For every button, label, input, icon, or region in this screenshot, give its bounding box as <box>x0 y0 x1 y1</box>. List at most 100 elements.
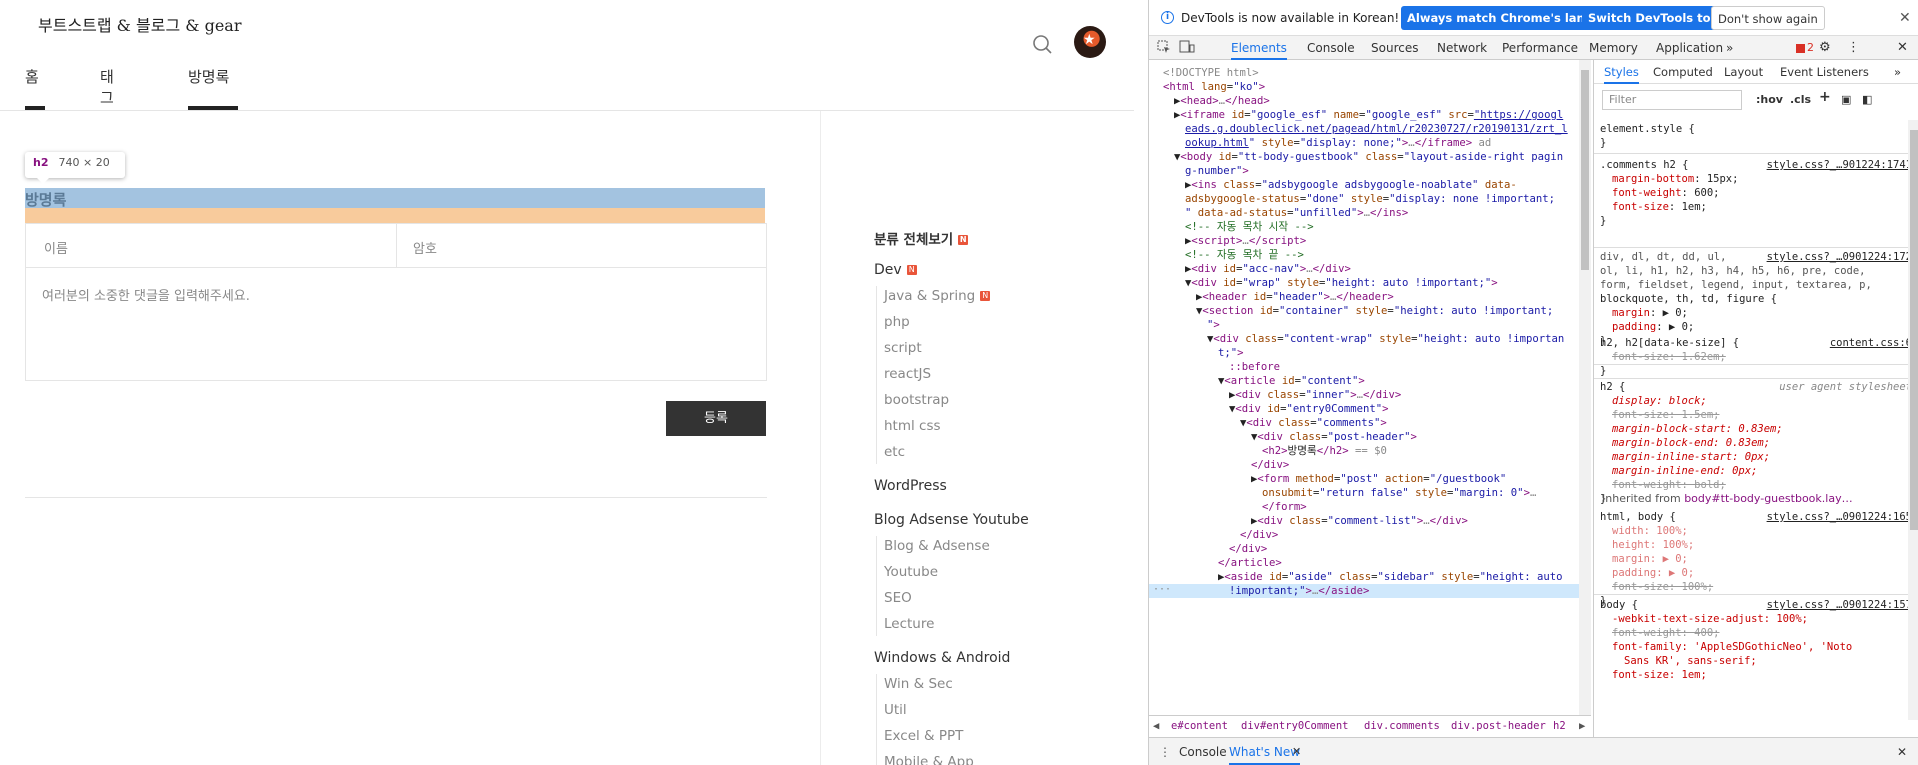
sidebar-subcategory[interactable]: Java & Spring N <box>884 288 991 304</box>
dom-node-line[interactable]: <!DOCTYPE html> <box>1163 66 1259 80</box>
dont-show-button[interactable]: Don't show again <box>1711 6 1825 30</box>
dom-node-line[interactable]: t;"> <box>1218 346 1244 360</box>
sidebar-subcategory[interactable]: script <box>884 340 922 356</box>
class-toggle[interactable]: .cls <box>1790 93 1811 106</box>
crumb-content[interactable]: e#content <box>1171 720 1228 732</box>
device-toggle-icon[interactable] <box>1179 40 1195 54</box>
search-icon[interactable] <box>1029 31 1055 57</box>
sidebar-category[interactable]: WordPress <box>874 478 947 494</box>
blog-title[interactable]: 부트스트랩 & 블로그 & gear <box>38 12 242 36</box>
settings-gear-icon[interactable]: ⚙ <box>1819 36 1831 60</box>
css-property[interactable]: font-weight: bold; <box>1594 478 1918 492</box>
styles-scrollbar[interactable] <box>1908 120 1918 720</box>
dom-node-line[interactable]: ▼<article id="content"> <box>1218 374 1365 388</box>
sidebar-subcategory[interactable]: Mobile & App <box>884 754 974 765</box>
tab-event-listeners[interactable]: Event Listeners <box>1780 65 1869 79</box>
crumb-comments[interactable]: div.comments <box>1364 720 1440 732</box>
avatar[interactable]: ★ <box>1074 26 1106 58</box>
sidebar-subcategory[interactable]: Lecture <box>884 616 934 632</box>
css-property[interactable]: font-size: 100%; <box>1594 580 1918 594</box>
css-property[interactable]: -webkit-text-size-adjust: 100%; <box>1594 612 1918 626</box>
dom-node-line[interactable]: <!-- 자동 목차 시작 --> <box>1185 220 1314 234</box>
dom-scroll-thumb[interactable] <box>1581 70 1589 270</box>
tab-styles[interactable]: Styles <box>1604 65 1639 84</box>
name-field[interactable]: 이름 <box>26 224 397 268</box>
close-tab-icon[interactable]: ✕ <box>1292 745 1301 758</box>
close-drawer-icon[interactable]: ✕ <box>1897 745 1907 759</box>
css-property[interactable]: font-weight: 400; <box>1594 626 1918 640</box>
close-icon[interactable]: ✕ <box>1899 10 1911 26</box>
rule2-prop-1[interactable]: padding: ▶ 0; <box>1594 320 1918 334</box>
sidebar-subcategory[interactable]: reactJS <box>884 366 931 382</box>
close-devtools-icon[interactable]: ✕ <box>1897 36 1908 60</box>
rule5-source[interactable]: style.css?_…0901224:165 <box>1767 510 1912 524</box>
sidebar-subcategory[interactable]: Blog & Adsense <box>884 538 990 554</box>
dom-node-line[interactable]: ▶<div id="acc-nav">…</div> <box>1185 262 1351 276</box>
css-property[interactable]: height: 100%; <box>1594 538 1918 552</box>
dom-node-line[interactable]: " data-ad-status="unfilled">…</ins> <box>1185 206 1408 220</box>
tab-computed[interactable]: Computed <box>1653 65 1713 79</box>
dom-node-line[interactable]: </div> <box>1240 528 1278 542</box>
dom-node-line[interactable]: ▼<div id="entry0Comment"> <box>1229 402 1389 416</box>
tab-sources[interactable]: Sources <box>1371 36 1418 60</box>
dom-node-line[interactable]: ▼<div id="wrap" style="height: auto !imp… <box>1185 276 1498 290</box>
drawer-menu-icon[interactable]: ⋮ <box>1159 745 1171 759</box>
sidebar-subcategory[interactable]: Util <box>884 702 907 718</box>
password-field[interactable]: 암호 <box>397 224 766 268</box>
sidebar-toggle-icon[interactable]: ◧ <box>1862 93 1872 106</box>
paint-brush-icon[interactable]: ▣ <box>1841 93 1851 106</box>
drawer-tab-whats-new[interactable]: What's New <box>1229 745 1301 765</box>
css-property[interactable]: width: 100%; <box>1594 524 1918 538</box>
css-property[interactable]: Sans KR', sans-serif; <box>1594 654 1918 668</box>
rule1-prop-1[interactable]: font-weight: 600; <box>1594 186 1918 200</box>
dom-node-line[interactable]: </div> <box>1229 542 1267 556</box>
rule6-source[interactable]: style.css?_…0901224:157 <box>1767 598 1912 612</box>
dom-node-line[interactable]: </article> <box>1218 556 1282 570</box>
crumb-post-header[interactable]: div.post-header <box>1451 720 1546 732</box>
tab-elements[interactable]: Elements <box>1231 36 1287 60</box>
crumb-left-arrow-icon[interactable]: ◀ <box>1153 720 1159 732</box>
css-property[interactable]: font-size: 1.5em; <box>1594 408 1918 422</box>
rule3-source[interactable]: content.css:6 <box>1830 336 1912 350</box>
nav-guestbook[interactable]: 방명록 <box>188 62 238 110</box>
hover-state-toggle[interactable]: :hov <box>1756 93 1783 106</box>
css-property[interactable]: margin-block-end: 0.83em; <box>1594 436 1918 450</box>
nav-tag[interactable]: 태그 <box>100 62 114 110</box>
sidebar-category[interactable]: Windows & Android <box>874 650 1010 666</box>
dom-node-line[interactable]: ▼<div class="comments"> <box>1240 416 1387 430</box>
submit-button[interactable]: 등록 <box>666 401 766 436</box>
css-property[interactable]: display: block; <box>1594 394 1918 408</box>
sidebar-category[interactable]: Dev N <box>874 262 917 278</box>
tab-console[interactable]: Console <box>1307 36 1355 60</box>
nav-home[interactable]: 홈 <box>25 62 45 110</box>
css-property[interactable]: margin-inline-start: 0px; <box>1594 450 1918 464</box>
dom-node-line[interactable]: ▶<script>…</script> <box>1185 234 1306 248</box>
rule2-source[interactable]: style.css?_…0901224:172 <box>1767 250 1912 264</box>
css-property[interactable]: padding: ▶ 0; <box>1594 566 1918 580</box>
dom-node-line[interactable]: ▼<div class="content-wrap" style="height… <box>1207 332 1564 346</box>
dom-node-line[interactable]: </form> <box>1262 500 1307 514</box>
sidebar-subcategory[interactable]: Excel & PPT <box>884 728 963 744</box>
dom-scrollbar[interactable] <box>1579 60 1591 715</box>
rule1-source[interactable]: style.css?_…901224:1741 <box>1767 158 1912 172</box>
tab-application[interactable]: Application <box>1656 36 1723 60</box>
css-property[interactable]: font-family: 'AppleSDGothicNeo', 'Noto <box>1594 640 1918 654</box>
styles-filter-input[interactable]: Filter <box>1602 90 1742 110</box>
css-property[interactable]: margin-inline-end: 0px; <box>1594 464 1918 478</box>
error-badge[interactable]: 2 <box>1796 41 1814 54</box>
dom-node-line[interactable]: !important;">…</aside> <box>1229 584 1369 598</box>
dom-node-line[interactable]: onsubmit="return false" style="margin: 0… <box>1262 486 1536 500</box>
dom-node-line[interactable]: "> <box>1207 318 1220 332</box>
dom-node-line[interactable]: ▶<aside id="aside" class="sidebar" style… <box>1218 570 1563 584</box>
sidebar-item-all[interactable]: 분류 전체보기 N <box>874 228 969 248</box>
css-property[interactable]: margin: ▶ 0; <box>1594 552 1918 566</box>
dom-node-line[interactable]: ▶<form method="post" action="/guestbook" <box>1251 472 1506 486</box>
inherited-from[interactable]: body#tt-body-guestbook.lay… <box>1684 492 1852 505</box>
sidebar-subcategory[interactable]: etc <box>884 444 905 460</box>
dom-node-line[interactable]: ▼<section id="container" style="height: … <box>1196 304 1553 318</box>
sidebar-subcategory[interactable]: SEO <box>884 590 912 606</box>
dom-node-line[interactable]: ▼<body id="tt-body-guestbook" class="lay… <box>1174 150 1563 164</box>
dom-node-line[interactable]: ookup.html" style="display: none;">…</if… <box>1185 136 1491 150</box>
drawer-tab-console[interactable]: Console <box>1179 745 1227 759</box>
sidebar-subcategory[interactable]: Youtube <box>884 564 938 580</box>
